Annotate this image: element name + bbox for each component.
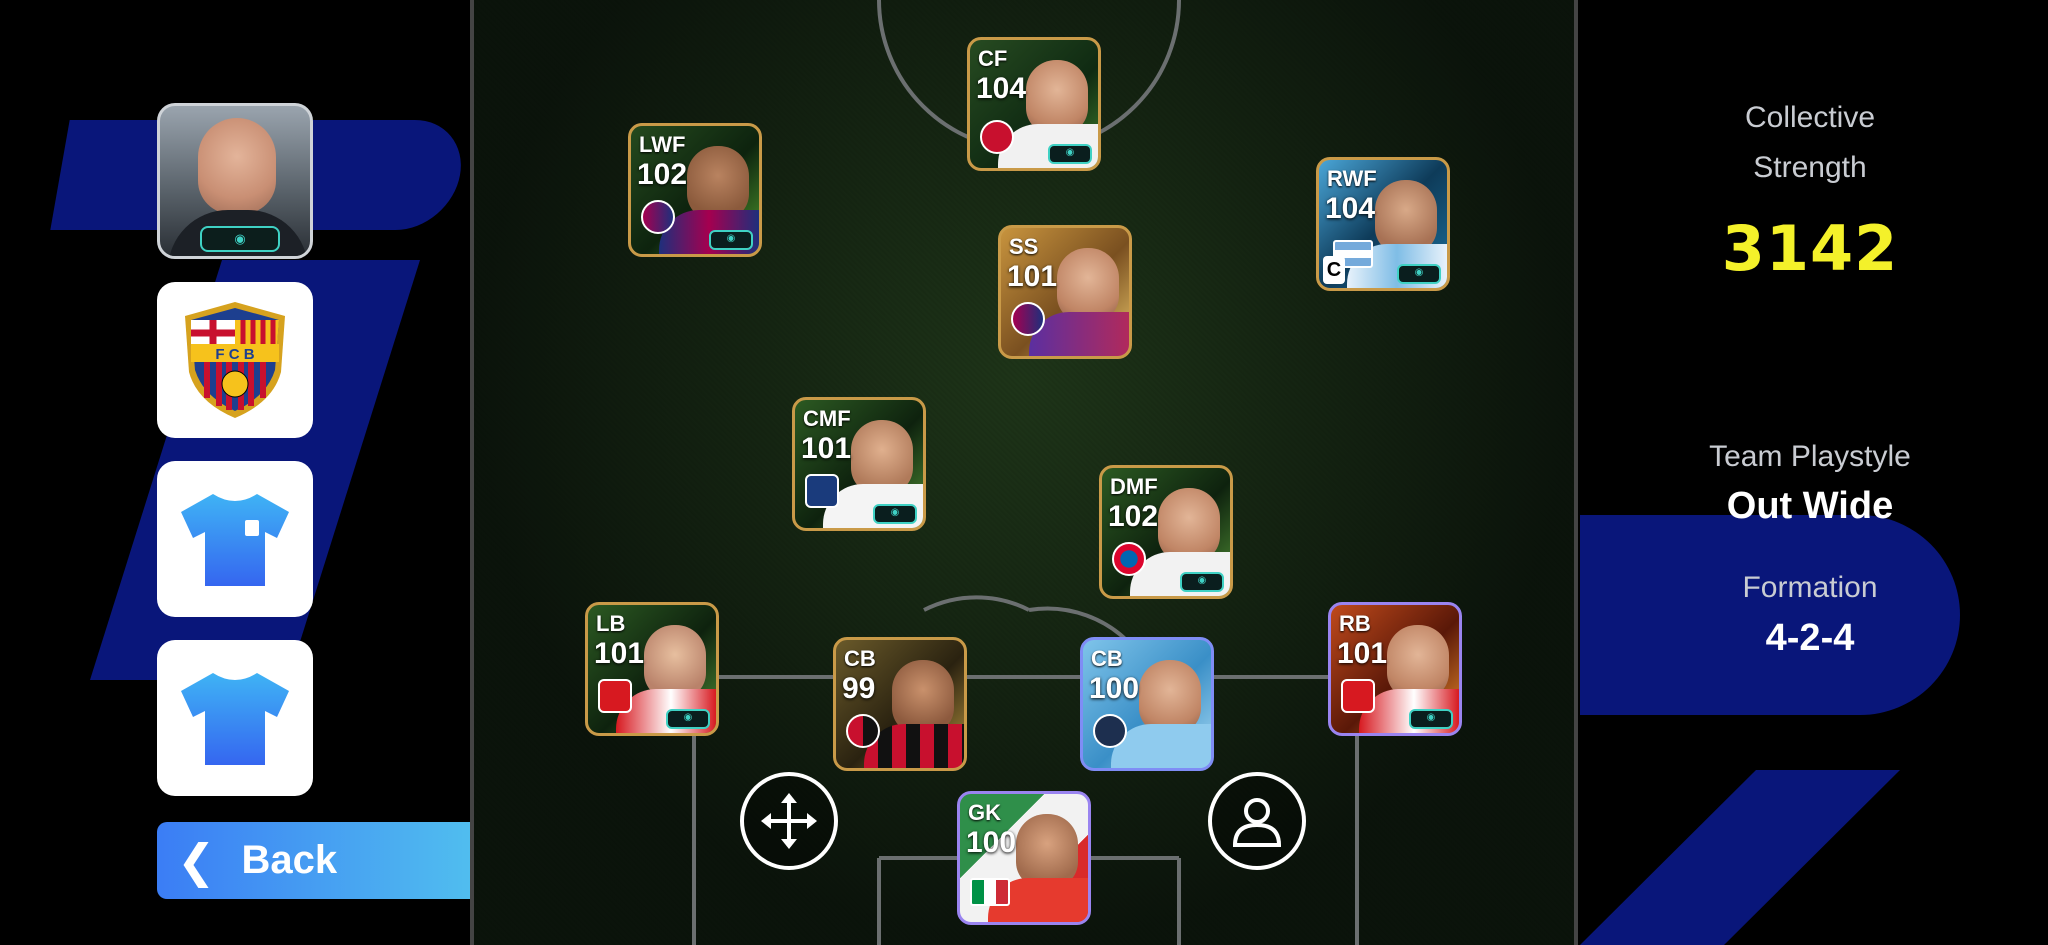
manager-portrait — [198, 118, 276, 214]
manager-card[interactable]: ◉ — [157, 103, 313, 259]
player-card-cf[interactable]: CF 104 ◉ — [967, 37, 1101, 171]
player-card-gk[interactable]: GK 100 — [957, 791, 1091, 925]
player-rating: 100 — [1089, 672, 1140, 705]
player-rating: 101 — [1337, 637, 1388, 670]
player-portrait — [1016, 814, 1078, 888]
collective-strength-value: 3142 — [1721, 212, 1899, 285]
efootball-badge-icon: ◉ — [709, 230, 753, 250]
away-kit-button[interactable] — [157, 640, 313, 796]
player-rating: 101 — [801, 432, 852, 465]
team-playstyle-label: Team Playstyle — [1709, 440, 1911, 473]
squad-screen: ◉ F C B ❮ Back CF 104 ◉ LWF 102 ◉ RWF 10… — [0, 0, 2048, 945]
italy-flag-icon — [970, 878, 1010, 906]
player-rating: 100 — [966, 826, 1017, 859]
efootball-badge-icon: ◉ — [1397, 264, 1441, 284]
player-position: GK — [968, 800, 1001, 825]
player-rating: 99 — [842, 672, 876, 705]
player-position: CMF — [803, 406, 851, 431]
player-card-lwf[interactable]: LWF 102 ◉ — [628, 123, 762, 257]
team-playstyle-value: Out Wide — [1726, 485, 1894, 527]
club-crest-icon — [641, 200, 675, 234]
club-crest-icon — [980, 120, 1014, 154]
club-crest-icon — [1341, 679, 1375, 713]
player-portrait — [1158, 488, 1220, 562]
collective-strength-label-line2: Strength — [1753, 151, 1867, 184]
bg-stripe-right-diag — [1580, 770, 1900, 945]
player-portrait — [851, 420, 913, 494]
collective-strength-label-line1: Collective — [1744, 101, 1876, 134]
manager-efootball-badge-icon: ◉ — [200, 226, 280, 252]
player-portrait — [1375, 180, 1437, 254]
efootball-badge-icon: ◉ — [1048, 144, 1092, 164]
player-card-lb[interactable]: LB 101 ◉ — [585, 602, 719, 736]
player-card-rb[interactable]: RB 101 ◉ — [1328, 602, 1462, 736]
captain-badge: C — [1323, 256, 1345, 284]
player-portrait — [687, 146, 749, 220]
player-rating: 104 — [1325, 192, 1376, 225]
club-crest-icon — [805, 474, 839, 508]
svg-text:F C B: F C B — [215, 346, 254, 363]
player-position: CB — [844, 646, 876, 671]
home-kit-button[interactable] — [157, 461, 313, 617]
player-portrait — [892, 660, 954, 734]
efootball-badge-icon: ◉ — [1180, 572, 1224, 592]
player-position: CF — [978, 46, 1008, 71]
player-position: CB — [1091, 646, 1123, 671]
player-rating: 102 — [1108, 500, 1159, 533]
club-crest-icon — [1011, 302, 1045, 336]
fcb-crest-icon: F C B — [185, 302, 285, 418]
player-position: LB — [596, 611, 626, 636]
player-portrait — [1026, 60, 1088, 134]
player-card-ss[interactable]: SS 101 — [998, 225, 1132, 359]
player-card-cb-left[interactable]: CB 99 — [833, 637, 967, 771]
formation-label: Formation — [1742, 571, 1878, 604]
player-rating: 104 — [976, 72, 1027, 105]
player-position: RWF — [1327, 166, 1377, 191]
player-position: SS — [1009, 234, 1039, 259]
player-card-cb-right[interactable]: CB 100 — [1080, 637, 1214, 771]
home-kit-icon — [181, 494, 289, 586]
player-position: LWF — [639, 132, 686, 157]
club-crest-icon — [598, 679, 632, 713]
move-player-button[interactable] — [740, 772, 838, 870]
player-portrait — [644, 625, 706, 699]
player-info-button[interactable] — [1208, 772, 1306, 870]
player-position: RB — [1339, 611, 1371, 636]
club-crest-icon — [1093, 714, 1127, 748]
player-card-dmf[interactable]: DMF 102 ◉ — [1099, 465, 1233, 599]
move-arrows-icon — [761, 793, 817, 849]
player-portrait — [1139, 660, 1201, 734]
chevron-left-icon: ❮ — [177, 834, 216, 887]
player-portrait — [1057, 248, 1119, 322]
back-label: Back — [241, 838, 338, 882]
efootball-badge-icon: ◉ — [1409, 709, 1453, 729]
efootball-badge-icon: ◉ — [873, 504, 917, 524]
away-kit-icon — [181, 673, 289, 765]
player-card-rwf[interactable]: RWF 104 C ◉ — [1316, 157, 1450, 291]
efootball-badge-icon: ◉ — [666, 709, 710, 729]
club-crest-icon — [846, 714, 880, 748]
bg-stripe-right-pill — [1580, 515, 1960, 715]
player-position: DMF — [1110, 474, 1158, 499]
back-button[interactable]: ❮ Back — [157, 822, 514, 899]
person-icon — [1232, 798, 1282, 847]
formation-value: 4-2-4 — [1765, 617, 1855, 659]
player-card-cmf[interactable]: CMF 101 ◉ — [792, 397, 926, 531]
club-crest-button[interactable]: F C B — [157, 282, 313, 438]
player-portrait — [1387, 625, 1449, 699]
player-rating: 102 — [637, 158, 688, 191]
player-rating: 101 — [1007, 260, 1058, 293]
player-rating: 101 — [594, 637, 645, 670]
club-crest-icon — [1112, 542, 1146, 576]
